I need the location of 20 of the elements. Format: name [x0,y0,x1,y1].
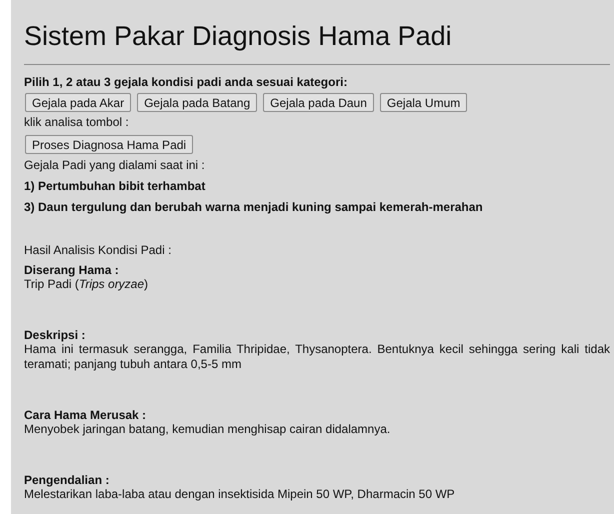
result-text: Hama ini termasuk serangga, Familia Thripidae, Thysanoptera. Bentuknya kecil sehingga sering kali tidak teramati; panjang tubuh antara 0,5-5 mm [24,342,610,372]
category-button[interactable]: Gejala pada Daun [263,93,374,112]
analyze-hint: klik analisa tombol : [24,114,130,130]
symptom-item: 3) Daun tergulung dan berubah warna menjadi kuning sampai kemerah-merahan [24,200,484,215]
result-label: Diserang Hama : [24,264,120,277]
category-button[interactable]: Gejala Umum [380,93,468,112]
result-label: Cara Hama Merusak : [24,409,148,422]
symptom-item: 1) Pertumbuhan bibit terhambat [24,179,206,194]
result-text: Menyobek jaringan batang, kemudian menghisap cairan didalamnya. [24,422,392,437]
page-title: Sistem Pakar Diagnosis Hama Padi [24,20,453,52]
symptoms-heading: Gejala Padi yang dialami saat ini : [24,157,206,173]
category-button[interactable]: Gejala pada Batang [137,93,258,112]
result-text: Melestarikan laba-laba atau dengan insektisida Mipein 50 WP, Dharmacin 50 WP [24,487,456,502]
result-label: Deskripsi : [24,329,86,342]
instruction-text: Pilih 1, 2 atau 3 gejala kondisi padi anda sesuai kategori: [24,75,348,90]
diagnose-button[interactable]: Proses Diagnosa Hama Padi [25,135,194,154]
result-text: Trip Padi (Trips oryzae) [24,277,150,292]
result-label: Pengendalian : [24,474,110,487]
result-heading: Hasil Analisis Kondisi Padi : [24,243,172,258]
category-button[interactable]: Gejala pada Akar [25,93,132,112]
